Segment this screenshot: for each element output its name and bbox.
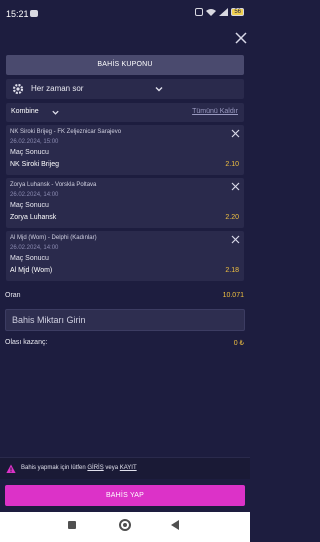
bet-pick: NK Siroki Brijeg [10,161,60,168]
signal-icon [219,8,229,16]
odds-change-setting[interactable]: Her zaman sor [6,79,244,99]
remove-bet-icon[interactable] [231,235,240,244]
register-link[interactable]: KAYIT [120,465,137,471]
login-link[interactable]: GİRİŞ [87,465,103,471]
bet-item: Zorya Luhansk - Vorskla Poltava 26.02.20… [6,178,244,228]
bet-pick: Zorya Luhansk [10,214,57,221]
remove-bet-icon[interactable] [231,182,240,191]
message-notification-icon [30,10,38,17]
close-icon[interactable] [234,31,248,45]
place-bet-button[interactable]: BAHİS YAP [5,485,245,506]
stake-input[interactable] [5,309,245,331]
total-odds-label: Oran [5,292,21,299]
bet-market: Maç Sonucu [10,255,49,262]
gear-icon [12,83,24,95]
wifi-icon [206,9,217,16]
alarm-icon [195,8,204,16]
bet-match: NK Siroki Brijeg - FK Zeljeznicar Saraje… [10,129,122,135]
status-icons: 56 [195,8,244,16]
bet-market: Maç Sonucu [10,202,49,209]
system-nav-bar [0,512,250,542]
warning-icon [6,464,16,473]
bet-odds: 2.18 [225,267,239,274]
bet-market: Maç Sonucu [10,149,49,156]
status-time: 15:21 [6,9,29,19]
chevron-down-icon[interactable] [51,108,60,117]
potential-win-value: 0 ₺ [233,340,244,347]
bet-item: NK Siroki Brijeg - FK Zeljeznicar Saraje… [6,125,244,175]
clear-all-link[interactable]: Tümünü Kaldır [192,108,238,115]
bet-date: 26.02.2024, 14:00 [10,245,59,251]
bet-match: Al Mjd (Wom) - Delphi (Kadınlar) [10,235,97,241]
login-prompt-prefix: Bahis yapmak için lütfen [21,465,86,471]
bet-match: Zorya Luhansk - Vorskla Poltava [10,182,97,188]
coupon-title: BAHİS KUPONU [6,55,244,75]
chevron-down-icon [155,87,163,92]
bet-item: Al Mjd (Wom) - Delphi (Kadınlar) 26.02.2… [6,231,244,281]
back-icon[interactable] [171,520,179,530]
battery-level: 56 [234,9,241,15]
potential-win-label: Olası kazanç: [5,339,48,346]
bet-pick: Al Mjd (Wom) [10,267,53,274]
login-prompt-text: Bahis yapmak için lütfen GİRİŞ veya KAYI… [21,465,137,471]
bet-odds: 2.10 [225,161,239,168]
bet-odds: 2.20 [225,214,239,221]
bet-date: 26.02.2024, 15:00 [10,139,59,145]
recent-apps-icon[interactable] [68,521,76,529]
battery-icon: 56 [231,8,244,16]
remove-bet-icon[interactable] [231,129,240,138]
bet-type-row: Kombine Tümünü Kaldır [6,103,244,122]
total-odds-value: 10.071 [222,292,244,299]
bet-date: 26.02.2024, 14:00 [10,192,59,198]
login-prompt: Bahis yapmak için lütfen GİRİŞ veya KAYI… [0,457,250,479]
login-prompt-or: veya [105,465,119,471]
odds-change-label: Her zaman sor [31,84,84,93]
home-icon[interactable] [119,519,131,531]
bet-type-label[interactable]: Kombine [11,108,39,115]
status-bar: 15:21 56 [0,0,250,26]
